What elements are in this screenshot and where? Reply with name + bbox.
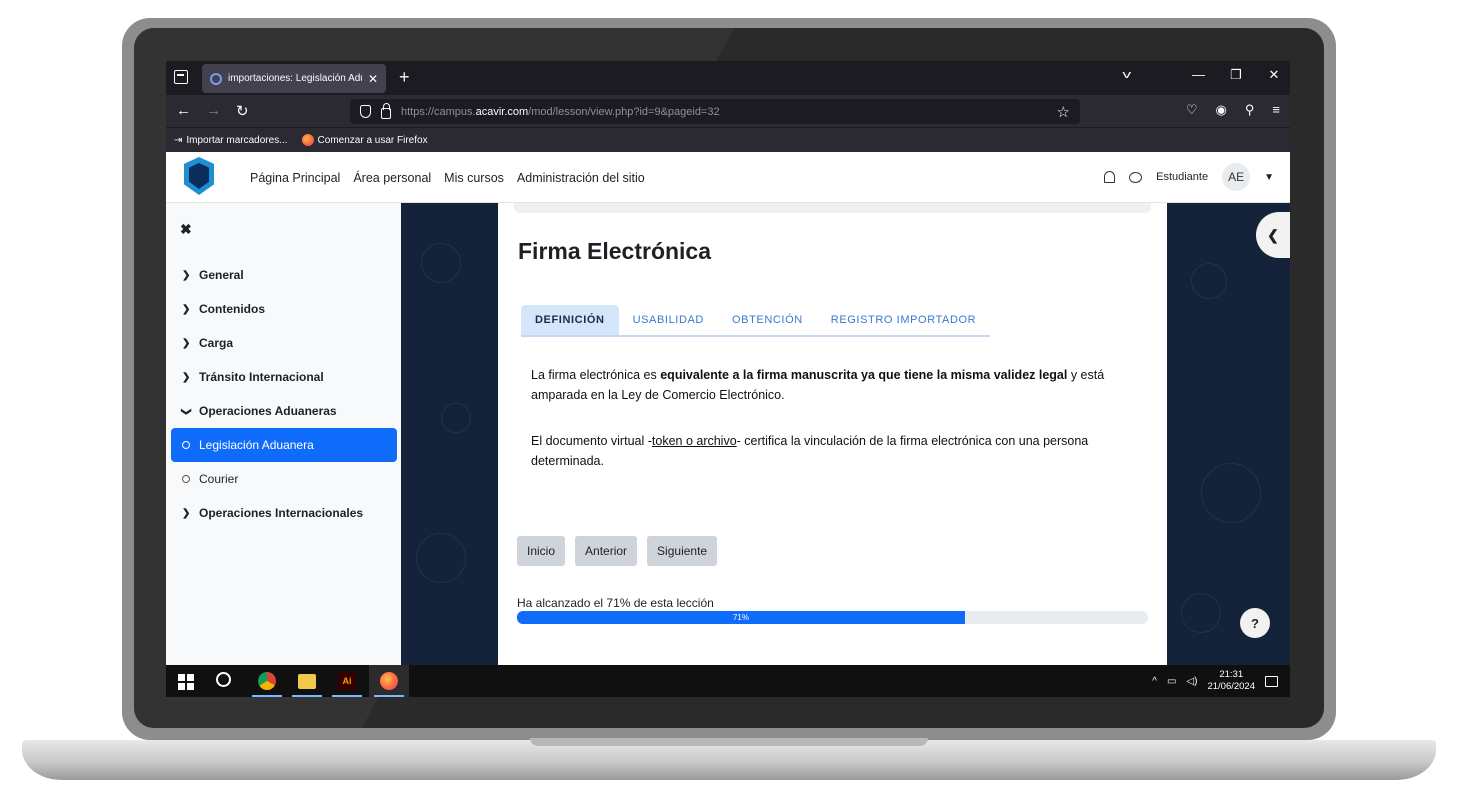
lesson-content: Firma Electrónica DEFINICIÓN USABILIDAD … <box>498 203 1167 665</box>
user-role: Estudiante <box>1156 171 1209 183</box>
browser-nav-bar: ← → ↻ https://campus.acavir.com/mod/less… <box>166 95 1290 127</box>
windows-start-icon[interactable] <box>178 674 194 690</box>
windows-taskbar: Ai ^ ▭ ◁) 21:31 21/06/2024 <box>166 665 1290 697</box>
chevron-down-icon[interactable]: v <box>1122 69 1131 81</box>
tab-title: importaciones: Legislación Adu <box>228 73 362 84</box>
course-section-operaciones-internacionales[interactable]: ❯ Operaciones Internacionales <box>171 496 397 530</box>
course-section-contenidos[interactable]: ❯ Contenidos <box>171 292 397 326</box>
chrome-icon[interactable] <box>258 672 276 690</box>
circle-icon <box>182 441 190 449</box>
close-icon[interactable]: ✖ <box>180 221 192 238</box>
tab-usabilidad[interactable]: USABILIDAD <box>619 305 718 335</box>
chevron-right-icon: ❯ <box>182 507 191 519</box>
start-button[interactable]: Inicio <box>517 536 566 566</box>
back-icon[interactable]: ← <box>176 102 191 119</box>
chevron-right-icon: ❯ <box>182 269 191 281</box>
bookmark-star-icon[interactable]: ☆ <box>1057 103 1070 121</box>
laptop-notch <box>530 738 928 746</box>
nav-my-courses[interactable]: Mis cursos <box>444 171 504 185</box>
laptop-base <box>22 740 1436 780</box>
restore-icon[interactable]: ❐ <box>1230 67 1242 83</box>
bookmark-import[interactable]: ⇥ Importar marcadores... <box>174 135 288 146</box>
chevron-right-icon: ❯ <box>182 337 191 349</box>
account-icon[interactable]: ◉ <box>1216 102 1227 118</box>
previous-button[interactable]: Anterior <box>575 536 638 566</box>
import-icon: ⇥ <box>174 134 183 146</box>
menu-icon[interactable]: ≡ <box>1272 102 1280 118</box>
progress-bar: 71% <box>517 611 1148 624</box>
screen: importaciones: Legislación Adu ✕ + v — ❐… <box>166 61 1290 697</box>
bookmarks-bar: ⇥ Importar marcadores... Comenzar a usar … <box>166 127 1290 152</box>
bell-icon[interactable] <box>1104 171 1116 183</box>
next-button[interactable]: Siguiente <box>647 536 718 566</box>
new-tab-icon[interactable]: + <box>399 67 410 88</box>
course-activity-courier[interactable]: Courier <box>171 462 397 496</box>
lesson-tabs: DEFINICIÓN USABILIDAD OBTENCIÓN REGISTRO… <box>521 305 991 337</box>
url-bar[interactable]: https://campus.acavir.com/mod/lesson/vie… <box>350 99 1080 124</box>
tab-definicion[interactable]: DEFINICIÓN <box>521 305 619 335</box>
nav-dashboard[interactable]: Área personal <box>353 171 431 185</box>
course-index-drawer: ✖ ❯ General ❯ Contenidos ❯ Carga ❯ Tránsito … <box>166 203 401 665</box>
progress-fill: 71% <box>517 611 965 624</box>
tab-obtencion[interactable]: OBTENCIÓN <box>718 305 817 335</box>
network-icon[interactable]: ▭ <box>1167 676 1176 687</box>
firefox-icon <box>301 134 314 146</box>
chevron-down-icon: ❯ <box>180 407 192 416</box>
browser-tab-bar: importaciones: Legislación Adu ✕ + v — ❐… <box>166 61 1290 95</box>
reload-icon[interactable]: ↻ <box>236 102 249 120</box>
document-paragraph: El documento virtual -token o archivo- c… <box>531 434 1089 468</box>
page-title: Firma Electrónica <box>518 238 712 264</box>
avatar[interactable]: AE <box>1222 163 1251 191</box>
close-window-icon[interactable]: ✕ <box>1268 67 1280 83</box>
chevron-up-icon[interactable]: ^ <box>1152 676 1157 687</box>
close-tab-icon[interactable]: ✕ <box>368 72 378 86</box>
browser-tab[interactable]: importaciones: Legislación Adu ✕ <box>202 64 386 93</box>
chevron-left-icon: ❮ <box>1267 226 1279 243</box>
favicon-icon <box>210 72 222 85</box>
help-button[interactable]: ? <box>1240 608 1270 638</box>
tab-list-icon[interactable] <box>174 70 188 84</box>
course-activity-legislacion[interactable]: Legislación Aduanera <box>171 428 397 462</box>
question-icon: ? <box>1251 615 1259 631</box>
shield-icon[interactable] <box>360 105 371 118</box>
file-explorer-icon[interactable] <box>298 674 316 689</box>
firefox-taskbar-icon[interactable] <box>380 672 398 690</box>
course-section-transito[interactable]: ❯ Tránsito Internacional <box>171 360 397 394</box>
definition-paragraph: La firma electrónica es equivalente a la… <box>531 368 1105 402</box>
extensions-icon[interactable]: ⚲ <box>1245 102 1255 118</box>
clock[interactable]: 21:31 21/06/2024 <box>1207 669 1255 693</box>
tab-registro-importador[interactable]: REGISTRO IMPORTADOR <box>817 305 990 335</box>
chevron-right-icon: ❯ <box>182 303 191 315</box>
course-section-carga[interactable]: ❯ Carga <box>171 326 397 360</box>
progress-label: Ha alcanzado el 71% de esta lección <box>517 596 714 610</box>
primary-navigation: Página Principal Área personal Mis curso… <box>250 171 645 185</box>
site-header: Página Principal Área personal Mis curso… <box>166 152 1290 203</box>
site-logo[interactable] <box>184 157 214 195</box>
course-section-general[interactable]: ❯ General <box>171 258 397 292</box>
minimize-icon[interactable]: — <box>1192 67 1205 83</box>
system-tray: ^ ▭ ◁) 21:31 21/06/2024 <box>1152 669 1278 693</box>
notification-icon[interactable] <box>1265 675 1278 687</box>
forward-icon[interactable]: → <box>206 102 221 119</box>
url-text: https://campus.acavir.com/mod/lesson/vie… <box>401 105 720 118</box>
circle-icon <box>182 475 190 483</box>
nav-site-admin[interactable]: Administración del sitio <box>517 171 645 185</box>
illustrator-icon[interactable]: Ai <box>338 672 356 690</box>
volume-icon[interactable]: ◁) <box>1186 676 1197 687</box>
course-section-operaciones-aduaneras[interactable]: ❯ Operaciones Aduaneras <box>171 394 397 428</box>
search-icon[interactable] <box>216 672 231 687</box>
bookmark-getting-started[interactable]: Comenzar a usar Firefox <box>301 134 428 146</box>
chevron-down-icon[interactable]: ▼ <box>1264 172 1274 183</box>
lock-icon[interactable] <box>381 102 391 119</box>
chevron-right-icon: ❯ <box>182 371 191 383</box>
course-index: ❯ General ❯ Contenidos ❯ Carga ❯ Tránsito In… <box>171 258 397 530</box>
pocket-icon[interactable]: ♡ <box>1186 102 1198 118</box>
nav-home[interactable]: Página Principal <box>250 171 340 185</box>
chat-icon[interactable] <box>1129 171 1143 183</box>
